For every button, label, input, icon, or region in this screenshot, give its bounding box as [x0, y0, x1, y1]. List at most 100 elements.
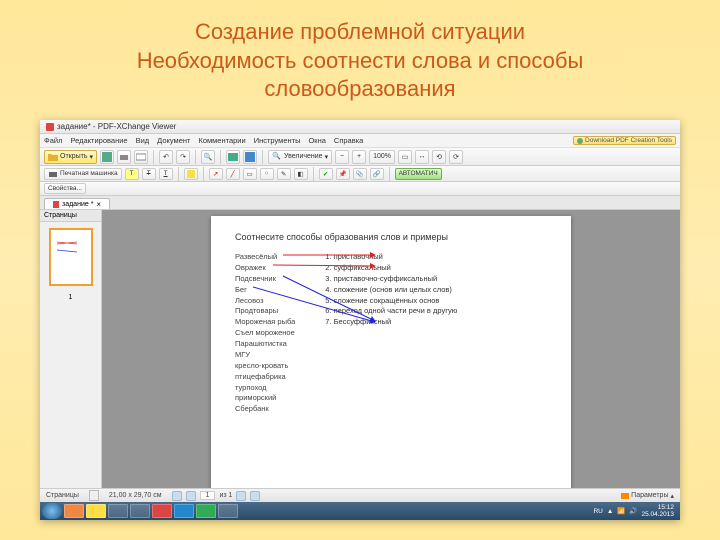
rect-tool-button[interactable]: ▭	[243, 168, 257, 180]
task-item[interactable]	[130, 504, 150, 518]
menu-edit[interactable]: Редактирование	[70, 136, 127, 145]
typewriter-button[interactable]: Печатная машинка	[44, 168, 122, 180]
rotate-right-button[interactable]: ⟳	[449, 150, 463, 164]
zoom-in-button[interactable]: +	[352, 150, 366, 164]
menu-tools[interactable]: Инструменты	[254, 136, 301, 145]
highlight-button[interactable]: T	[125, 168, 139, 180]
nav-last-button[interactable]	[250, 491, 260, 501]
method-item: 7. Бессуффиксный	[325, 317, 457, 328]
menu-view[interactable]: Вид	[136, 136, 150, 145]
word-item: Подсвечник	[235, 274, 295, 285]
download-pdf-tools-button[interactable]: Download PDF Creation Tools	[573, 136, 676, 145]
zoom-value[interactable]: 100%	[369, 150, 395, 164]
word-item: кресло-кровать	[235, 361, 295, 372]
mail-button[interactable]	[134, 150, 148, 164]
task-item[interactable]	[108, 504, 128, 518]
auto-button[interactable]: АВТОМАТИЧ	[395, 168, 442, 180]
oval-tool-button[interactable]: ○	[260, 168, 274, 180]
document-page: Соотнесите способы образования слов и пр…	[211, 216, 571, 488]
save-button[interactable]	[100, 150, 114, 164]
strikeout-button[interactable]: T	[142, 168, 156, 180]
word-item: Съел мороженое	[235, 328, 295, 339]
word-item: приморский	[235, 393, 295, 404]
underline-button[interactable]: T	[159, 168, 173, 180]
task-item[interactable]	[64, 504, 84, 518]
folder-icon	[48, 152, 58, 162]
rotate-left-button[interactable]: ⟲	[432, 150, 446, 164]
menu-windows[interactable]: Окна	[308, 136, 325, 145]
zoom-button[interactable]: 🔍 Увеличение ▾	[268, 150, 332, 164]
menu-comments[interactable]: Комментарии	[198, 136, 245, 145]
separator	[178, 167, 179, 181]
menu-help[interactable]: Справка	[334, 136, 363, 145]
page-number[interactable]: 1	[200, 491, 216, 500]
tab-document-1[interactable]: задание * ×	[44, 198, 110, 209]
snapshot-button[interactable]	[226, 150, 240, 164]
task-item[interactable]	[152, 504, 172, 518]
left-column: РазвесёлыйОвражекПодсвечникБегЛесовозПро…	[235, 252, 295, 415]
pencil-tool-button[interactable]: ✎	[277, 168, 291, 180]
window-title-text: задание* - PDF-XChange Viewer	[57, 122, 176, 131]
tray-network-icon[interactable]: 📶	[617, 507, 625, 515]
method-item: 2. суффиксальный	[325, 263, 457, 274]
stamp-button[interactable]: ✔	[319, 168, 333, 180]
typewriter-icon	[48, 169, 58, 179]
separator	[262, 150, 263, 164]
task-item[interactable]	[174, 504, 194, 518]
tray-volume-icon[interactable]: 🔊	[629, 507, 637, 515]
status-params[interactable]: Параметры ▴	[621, 492, 674, 500]
page-thumbnail[interactable]	[49, 228, 93, 286]
system-tray: RU ▲ 📶 🔊 15:12 25.04.2013	[593, 504, 678, 518]
page-heading: Соотнесите способы образования слов и пр…	[235, 232, 547, 242]
task-item[interactable]	[196, 504, 216, 518]
attach-button[interactable]: 📎	[353, 168, 367, 180]
redo-button[interactable]: ↷	[176, 150, 190, 164]
word-item: Сбербанк	[235, 404, 295, 415]
word-item: Парашютистка	[235, 339, 295, 350]
pdf-icon	[53, 201, 59, 208]
tray-lang[interactable]: RU	[593, 508, 602, 515]
nav-prev-button[interactable]	[186, 491, 196, 501]
nav-next-button[interactable]	[236, 491, 246, 501]
method-item: 5. сложение сокращённых основ	[325, 296, 457, 307]
chevron-up-icon: ▴	[670, 492, 674, 500]
nav-first-button[interactable]	[172, 491, 182, 501]
ocr-button[interactable]	[243, 150, 257, 164]
separator	[153, 150, 154, 164]
page-navigation: 1 из 1	[172, 491, 261, 501]
chevron-down-icon: ▾	[90, 153, 94, 161]
find-button[interactable]: 🔍	[201, 150, 215, 164]
menu-file[interactable]: Файл	[44, 136, 62, 145]
close-icon[interactable]: ×	[96, 200, 101, 209]
link-button[interactable]: 🔗	[370, 168, 384, 180]
properties-button[interactable]: Свойства...	[44, 183, 86, 194]
note-button[interactable]	[184, 168, 198, 180]
sidebar-pages: Страницы 1	[40, 210, 102, 488]
task-item[interactable]	[86, 504, 106, 518]
print-button[interactable]	[117, 150, 131, 164]
word-item: Овражек	[235, 263, 295, 274]
task-item[interactable]	[218, 504, 238, 518]
page-viewport[interactable]: Соотнесите способы образования слов и пр…	[102, 210, 680, 488]
tray-icon[interactable]: ▲	[607, 508, 613, 515]
zoom-out-button[interactable]: −	[335, 150, 349, 164]
sidebar-title: Страницы	[40, 210, 101, 222]
thumbnail-number: 1	[40, 294, 101, 301]
word-item: птицефабрика	[235, 372, 295, 383]
sidebar-footer[interactable]: Страницы	[46, 492, 79, 499]
fit-page-button[interactable]: ▭	[398, 150, 412, 164]
window-titlebar: задание* - PDF-XChange Viewer	[40, 120, 680, 134]
eraser-tool-button[interactable]: ◧	[294, 168, 308, 180]
open-button[interactable]: Открыть ▾	[44, 150, 97, 164]
line-tool-button[interactable]: ╱	[226, 168, 240, 180]
pin-button[interactable]: 📌	[336, 168, 350, 180]
fit-width-button[interactable]: ↔	[415, 150, 429, 164]
menu-document[interactable]: Документ	[157, 136, 190, 145]
arrow-tool-button[interactable]: ↗	[209, 168, 223, 180]
start-button[interactable]	[42, 503, 62, 519]
windows-taskbar: RU ▲ 📶 🔊 15:12 25.04.2013	[40, 502, 680, 520]
separator	[220, 150, 221, 164]
slide-title-line2: Необходимость соотнести слова и способы …	[40, 47, 680, 104]
tray-clock[interactable]: 15:12 25.04.2013	[641, 504, 674, 518]
undo-button[interactable]: ↶	[159, 150, 173, 164]
